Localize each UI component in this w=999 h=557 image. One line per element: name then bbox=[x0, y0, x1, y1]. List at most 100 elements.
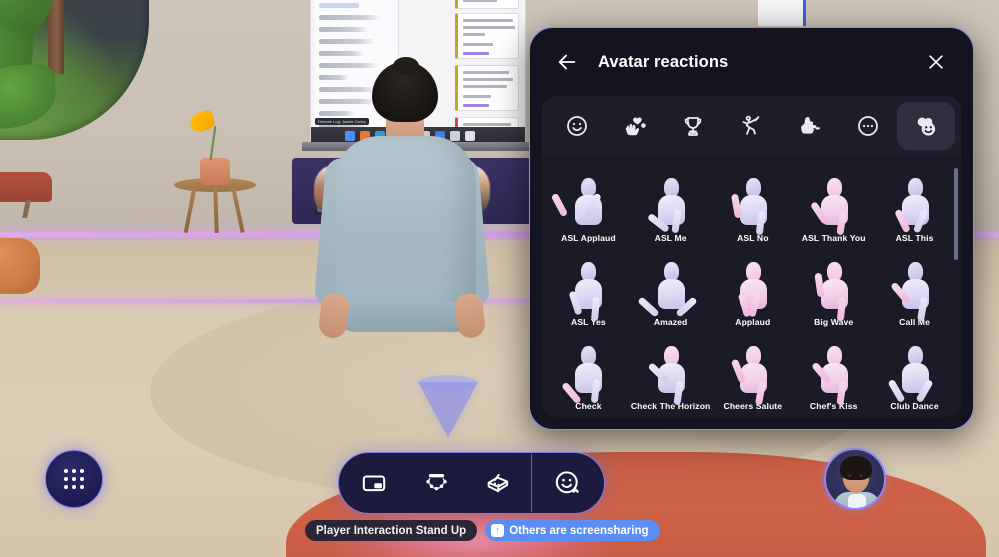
reaction-label: Club Dance bbox=[890, 400, 939, 411]
tab-more[interactable] bbox=[839, 102, 897, 150]
ellipsis-icon bbox=[857, 116, 878, 136]
reaction-figure-head bbox=[826, 345, 842, 365]
headset-button[interactable] bbox=[467, 456, 529, 510]
reaction-item[interactable]: Big Wave bbox=[793, 250, 874, 334]
self-avatar-button[interactable] bbox=[824, 448, 886, 510]
reaction-thumbnail bbox=[806, 342, 862, 406]
reaction-label: Check bbox=[575, 400, 602, 411]
reaction-figure-head bbox=[907, 345, 923, 365]
reactions-button[interactable] bbox=[534, 454, 600, 512]
reaction-item[interactable]: Amazed bbox=[629, 250, 713, 334]
reaction-thumbnail bbox=[887, 174, 943, 234]
reaction-label: Check The Horizon bbox=[630, 400, 711, 411]
screensharing-chip: ↑ Others are screensharing bbox=[485, 520, 660, 541]
reaction-figure-arm bbox=[551, 192, 569, 218]
player-interaction-label: Player Interaction Stand Up bbox=[316, 524, 467, 537]
reaction-thumbnail bbox=[725, 258, 781, 318]
avatar-hand bbox=[317, 292, 351, 340]
tab-emoji[interactable] bbox=[548, 102, 606, 150]
reactions-grid-container: ASL Applaud ASL Me ASL No ASL Thank You ASL … bbox=[542, 156, 961, 417]
teleport-marker bbox=[418, 382, 478, 438]
reaction-item[interactable]: Check bbox=[548, 334, 629, 417]
player-interaction-chip: Player Interaction Stand Up bbox=[305, 520, 478, 541]
avatar-eye bbox=[859, 474, 863, 477]
grid-dots-icon bbox=[64, 469, 84, 489]
panel-title: Avatar reactions bbox=[598, 52, 729, 71]
reactions-scrollbar[interactable] bbox=[954, 168, 958, 260]
reaction-thumbnail bbox=[643, 342, 699, 406]
flower-vase bbox=[200, 158, 230, 185]
avatar-hair bbox=[840, 456, 872, 480]
reaction-thumbnail bbox=[806, 174, 862, 236]
avatar-shirt bbox=[848, 494, 866, 508]
reaction-item[interactable]: Call Me bbox=[874, 250, 955, 334]
reaction-item[interactable]: Applaud bbox=[712, 250, 793, 334]
reaction-item[interactable]: ASL Applaud bbox=[548, 166, 629, 250]
tab-thumbs-up[interactable] bbox=[781, 102, 839, 150]
close-icon bbox=[929, 55, 943, 69]
close-button[interactable] bbox=[921, 47, 951, 77]
screenshare-icon: ↑ bbox=[491, 524, 505, 537]
tab-hands-heart[interactable] bbox=[606, 102, 664, 150]
avatar-sweater-hem bbox=[342, 302, 468, 324]
reaction-item[interactable]: ASL Yes bbox=[548, 250, 629, 334]
reaction-label: Cheers Salute bbox=[723, 400, 783, 411]
reaction-item[interactable]: ASL Me bbox=[629, 166, 713, 250]
window-share-icon bbox=[362, 475, 386, 492]
reaction-thumbnail bbox=[560, 342, 616, 405]
share-screen-button[interactable] bbox=[343, 456, 405, 510]
avatar-hair-bun bbox=[393, 57, 419, 75]
back-button[interactable] bbox=[552, 47, 582, 77]
trophy-icon bbox=[685, 117, 702, 136]
reaction-figure-torso bbox=[657, 278, 685, 309]
reaction-item[interactable]: Check The Horizon bbox=[629, 334, 713, 417]
reaction-label: ASL This bbox=[895, 233, 934, 243]
reaction-thumbnail bbox=[887, 342, 943, 403]
reaction-item[interactable]: ASL This bbox=[874, 166, 955, 250]
reaction-label: ASL Yes bbox=[571, 316, 606, 327]
reactions-grid: ASL Applaud ASL Me ASL No ASL Thank You ASL … bbox=[548, 166, 955, 417]
seating-button[interactable] bbox=[405, 456, 467, 510]
reaction-item[interactable]: Cheers Salute bbox=[712, 334, 793, 417]
player-avatar bbox=[300, 57, 500, 362]
reaction-item[interactable]: ASL Thank You bbox=[793, 166, 874, 250]
reaction-item[interactable]: ASL No bbox=[712, 166, 793, 250]
reaction-item[interactable]: Club Dance bbox=[874, 334, 955, 417]
hands-heart-icon bbox=[625, 116, 646, 135]
reaction-label: ASL Thank You bbox=[801, 233, 866, 243]
dancing-figure-icon bbox=[742, 115, 760, 135]
panel-header: Avatar reactions bbox=[530, 28, 973, 96]
reaction-figure-arm bbox=[636, 296, 660, 318]
reaction-label: Amazed bbox=[653, 316, 688, 327]
reaction-thumbnail bbox=[560, 258, 616, 322]
arrow-left-icon bbox=[558, 54, 576, 70]
reaction-figure-head bbox=[663, 345, 679, 365]
seating-table-icon bbox=[425, 473, 447, 490]
tab-trophy[interactable] bbox=[664, 102, 722, 150]
reaction-label: Applaud bbox=[735, 316, 771, 327]
reaction-label: Big Wave bbox=[814, 316, 854, 327]
avatar-reactions-icon bbox=[917, 117, 936, 136]
reaction-thumbnail bbox=[806, 258, 862, 322]
toolbar-divider bbox=[531, 454, 533, 512]
bottom-toolbar bbox=[338, 452, 606, 514]
thumbs-up-icon bbox=[800, 117, 820, 134]
avatar-reactions-panel: Avatar reactions ASL Applaud ASL Me ASL … bbox=[529, 27, 974, 430]
orange-ottoman bbox=[0, 238, 40, 294]
vr-app-screenshot: Remote Log: Jackie Carley Nupta Edu... bbox=[0, 0, 999, 557]
reaction-label: Chef's Kiss bbox=[809, 400, 858, 411]
reaction-figure-head bbox=[745, 345, 761, 365]
reaction-thumbnail bbox=[636, 258, 699, 318]
reaction-thumbnail bbox=[551, 174, 616, 230]
tab-avatar-reactions[interactable] bbox=[896, 102, 955, 150]
reaction-item[interactable]: Chef's Kiss bbox=[793, 334, 874, 417]
avatar-eye bbox=[848, 474, 852, 477]
red-bench bbox=[0, 172, 52, 202]
tab-dance[interactable] bbox=[722, 102, 780, 150]
reaction-thumbnail bbox=[725, 174, 781, 236]
reaction-thumbnail bbox=[887, 258, 943, 322]
smiley-face-icon bbox=[555, 470, 579, 493]
reaction-thumbnail bbox=[643, 174, 699, 234]
apps-button[interactable] bbox=[45, 450, 103, 508]
reaction-label: Call Me bbox=[899, 316, 930, 327]
